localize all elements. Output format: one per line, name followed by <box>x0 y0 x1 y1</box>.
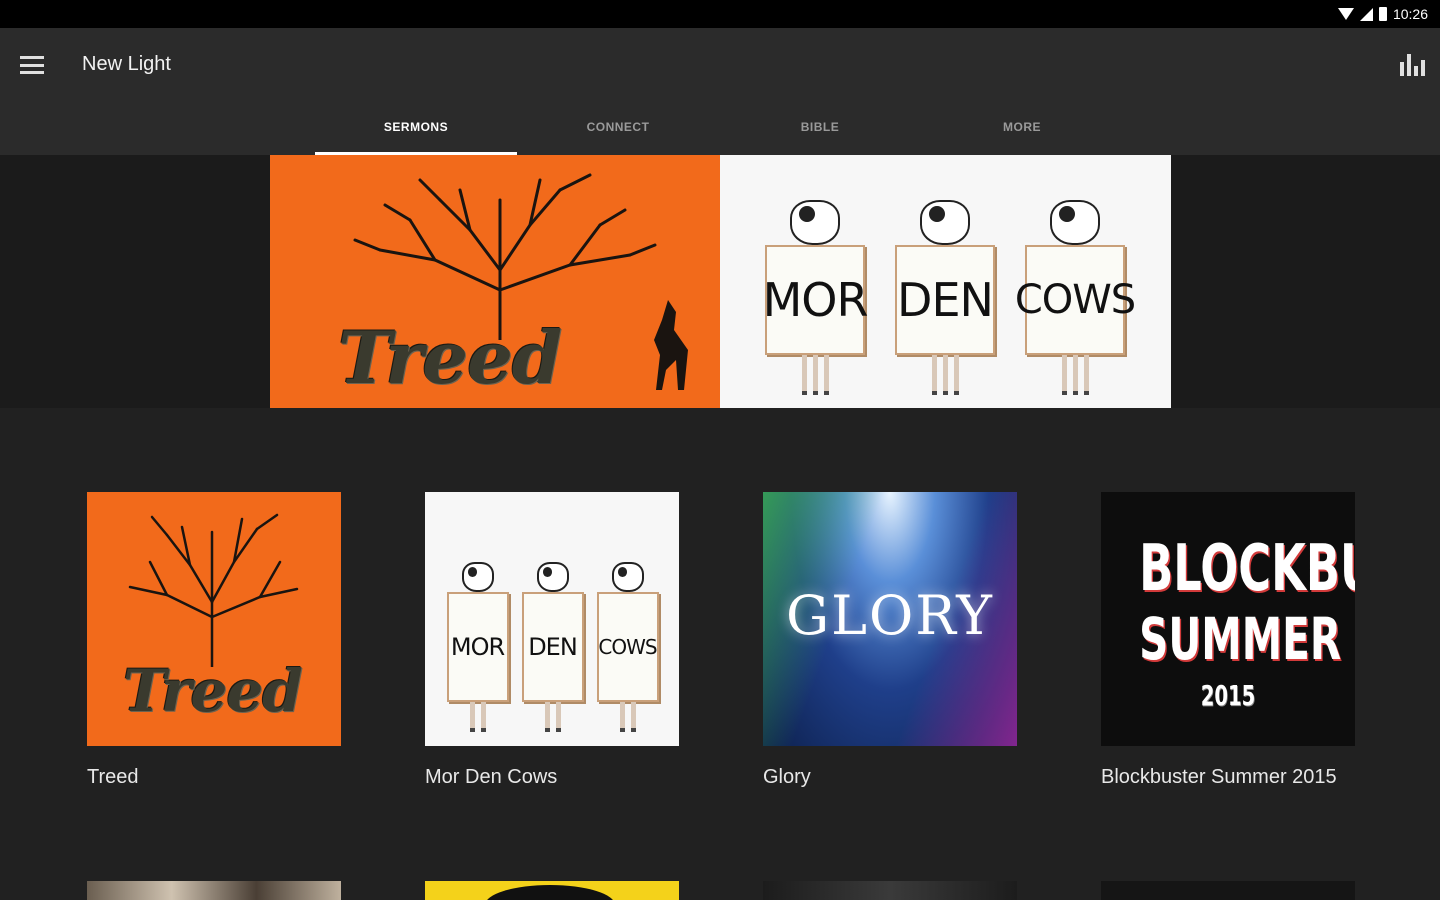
thumb-blockbuster-line: BLOCKBUSTER <box>1139 532 1355 606</box>
cow-figure: DEN <box>521 562 584 732</box>
sermon-thumbnail-partial[interactable] <box>425 881 679 900</box>
sermon-thumbnail[interactable]: BLOCKBUSTER SUMMER 2015 <box>1101 492 1355 746</box>
banner-treed-word: Treed <box>338 315 562 400</box>
sermon-thumbnail[interactable]: Treed <box>87 492 341 746</box>
thumb-year-line: 2015 <box>1200 679 1256 712</box>
status-bar: 10:26 <box>0 0 1440 28</box>
tab-bar: SERMONS CONNECT BIBLE MORE <box>315 98 1123 155</box>
thumb-summer-line: SUMMER <box>1139 605 1342 673</box>
cow-sign: DEN <box>895 245 995 355</box>
tab-more[interactable]: MORE <box>921 98 1123 155</box>
sermon-card[interactable]: BLOCKBUSTER SUMMER 2015 Blockbuster Summ… <box>1101 492 1355 790</box>
cow-figure: COWS <box>1015 200 1136 395</box>
sermon-card[interactable]: MOR DEN COWS Mor Den Cows <box>425 492 679 790</box>
cow-sign: DEN <box>521 592 584 702</box>
tree-illustration <box>128 513 299 667</box>
sermon-title[interactable]: Treed <box>87 764 341 790</box>
banner-slide-cows[interactable]: MOR DEN COWS <box>720 155 1171 408</box>
cow-figure: MOR <box>763 200 868 395</box>
wifi-icon <box>1337 8 1354 20</box>
cow-figure: DEN <box>895 200 995 395</box>
sermon-grid: Treed Treed MOR DEN COWS Mor Den Cows GL… <box>0 408 1440 900</box>
banner-carousel[interactable]: Treed MOR DEN COWS <box>270 155 1171 408</box>
thumb-glory-word: GLORY <box>786 584 994 647</box>
thumb-treed-word: Treed <box>123 657 303 725</box>
cow-figure: COWS <box>596 562 659 732</box>
hamburger-menu-icon[interactable] <box>20 56 44 74</box>
app-title: New Light <box>82 53 171 75</box>
cow-sign: MOR <box>446 592 509 702</box>
status-time: 10:26 <box>1392 6 1428 22</box>
app-bar: New Light SERMONS CONNECT BIBLE MORE <box>0 28 1440 155</box>
sermon-thumbnail-partial[interactable] <box>1101 881 1355 900</box>
battery-icon <box>1378 7 1387 21</box>
sermon-thumbnail-partial[interactable] <box>763 881 1017 900</box>
sermon-thumbnail[interactable]: GLORY <box>763 492 1017 746</box>
dog-silhouette <box>654 300 688 390</box>
sermon-title[interactable]: Glory <box>763 764 1017 790</box>
cow-group: MOR DEN COWS <box>750 170 1140 395</box>
bar-chart-icon[interactable] <box>1400 54 1426 76</box>
cow-sign: MOR <box>763 245 868 355</box>
cow-sign: COWS <box>1015 245 1136 355</box>
tab-connect[interactable]: CONNECT <box>517 98 719 155</box>
sermon-title[interactable]: Blockbuster Summer 2015 <box>1101 764 1355 790</box>
featured-banner: Treed MOR DEN COWS <box>0 155 1440 408</box>
sermon-thumbnail[interactable]: MOR DEN COWS <box>425 492 679 746</box>
cow-sign: COWS <box>596 592 659 702</box>
sermon-card[interactable]: Treed Treed <box>87 492 341 790</box>
tab-sermons[interactable]: SERMONS <box>315 98 517 155</box>
sermon-thumbnail-partial[interactable] <box>87 881 341 900</box>
cow-group: MOR DEN COWS <box>440 507 665 732</box>
tab-bible[interactable]: BIBLE <box>719 98 921 155</box>
cell-signal-icon <box>1359 7 1373 21</box>
sermon-title[interactable]: Mor Den Cows <box>425 764 679 790</box>
banner-slide-treed[interactable]: Treed <box>270 155 720 408</box>
sermon-card[interactable]: GLORY Glory <box>763 492 1017 790</box>
cow-figure: MOR <box>446 562 509 732</box>
